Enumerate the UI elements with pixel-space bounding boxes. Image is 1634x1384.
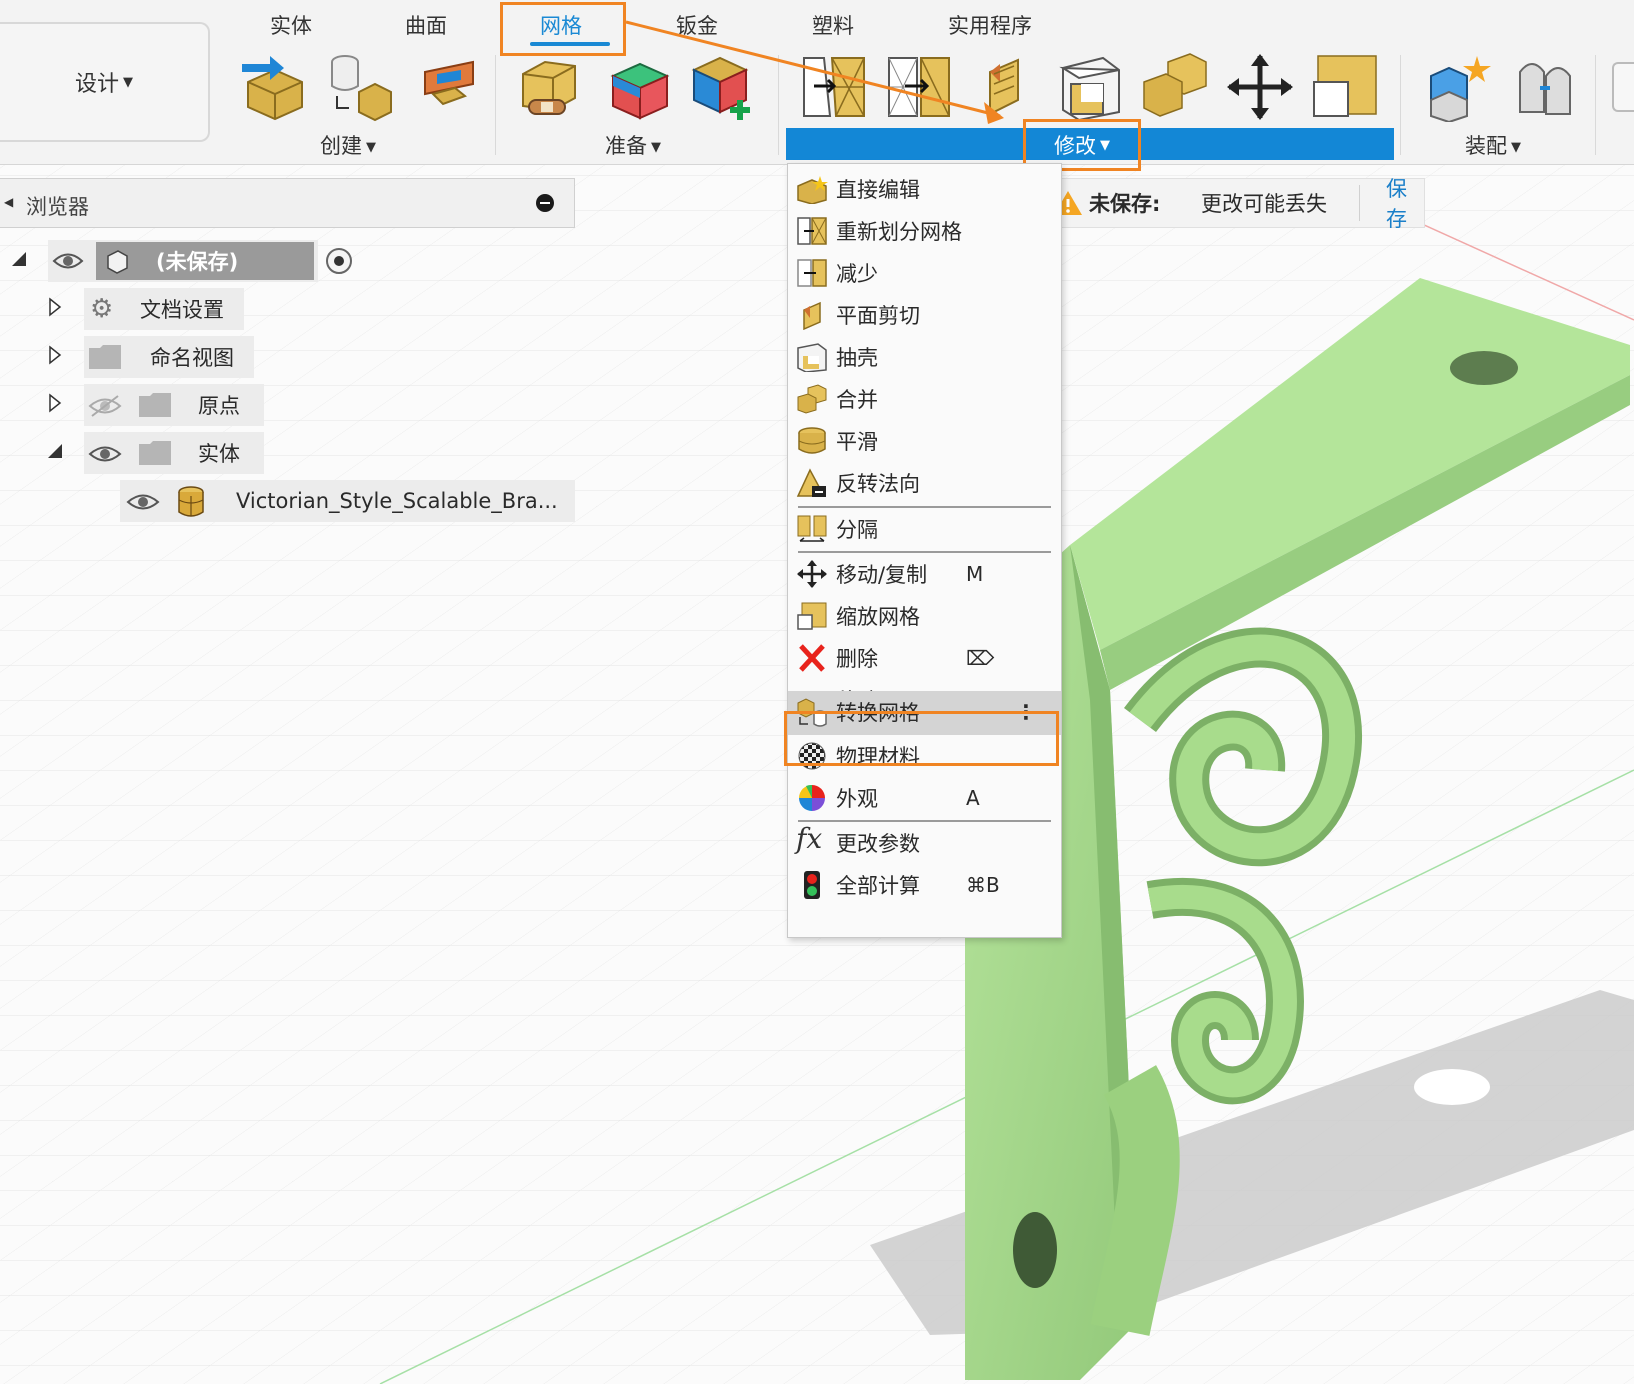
change-parameters-icon: fx xyxy=(796,822,823,855)
shell-icon xyxy=(797,343,827,372)
folder-icon xyxy=(139,441,171,465)
tree-item-label: 原点 xyxy=(198,394,240,418)
expand-arrow-icon[interactable] xyxy=(48,345,62,365)
menu-item-compute-all[interactable]: 全部计算 ⌘B xyxy=(788,864,1061,906)
menu-item-delete[interactable]: 删除 ⌦ xyxy=(788,637,1061,679)
menu-item-smooth[interactable]: 平滑 xyxy=(788,420,1061,462)
unsaved-label: 未保存: xyxy=(1089,192,1161,216)
smooth-icon xyxy=(798,427,826,454)
reverse-normal-icon xyxy=(796,468,826,497)
collapse-arrow-icon[interactable]: ◀ xyxy=(4,195,13,209)
menu-item-shell[interactable]: 抽壳 xyxy=(788,336,1061,378)
tree-root[interactable]: (未保存) xyxy=(48,240,352,282)
menu-item-label: 直接编辑 xyxy=(836,178,920,202)
menu-item-label: 分隔 xyxy=(836,518,878,542)
unsaved-notice: 未保存: 更改可能丢失 保存 xyxy=(1054,177,1425,231)
menu-item-label: 平滑 xyxy=(836,430,878,454)
menu-item-label: 外观 xyxy=(836,787,878,811)
menu-item-shortcut: M xyxy=(966,562,984,586)
menu-item-label: 重新划分网格 xyxy=(836,220,962,244)
menu-item-label: 移动/复制 xyxy=(836,563,928,587)
menu-item-scale-mesh[interactable]: 缩放网格 xyxy=(788,595,1061,637)
gear-icon: ⚙ xyxy=(90,294,114,324)
tree-item-label: 命名视图 xyxy=(150,346,234,370)
menu-item-label: 反转法向 xyxy=(836,472,920,496)
eye-icon[interactable] xyxy=(126,490,160,514)
mesh-body-label: Victorian_Style_Scalable_Bra... xyxy=(236,489,558,513)
menu-item-shortcut: ⌦ xyxy=(966,646,995,670)
move-copy-icon xyxy=(797,560,827,588)
eye-hidden-icon[interactable] xyxy=(88,394,122,418)
notice-divider xyxy=(1359,185,1360,221)
compute-all-icon xyxy=(804,871,820,899)
expand-triangle-icon[interactable] xyxy=(12,252,26,266)
tree-item-bodies[interactable]: 实体 xyxy=(84,432,264,474)
mesh-body-icon xyxy=(178,486,204,517)
delete-icon xyxy=(799,644,825,672)
scale-mesh-icon xyxy=(797,602,827,630)
menu-item-change-parameters[interactable]: fx 更改参数 xyxy=(788,822,1061,864)
menu-item-label: 缩放网格 xyxy=(836,605,920,629)
tree-item-origin[interactable]: 原点 xyxy=(84,384,264,426)
expand-arrow-icon[interactable] xyxy=(48,297,62,317)
pin-icon[interactable] xyxy=(536,194,554,212)
menu-item-move-copy[interactable]: 移动/复制 M xyxy=(788,553,1061,595)
plane-cut-icon xyxy=(803,301,821,330)
menu-item-separate[interactable]: 分隔 xyxy=(788,508,1061,550)
menu-item-combine[interactable]: 合并 xyxy=(788,378,1061,420)
annotation-convert-mesh-box xyxy=(784,711,1059,766)
reduce-icon xyxy=(797,259,827,287)
appearance-icon xyxy=(799,784,825,811)
menu-item-label: 抽壳 xyxy=(836,346,878,370)
menu-item-label: 减少 xyxy=(836,262,878,286)
tree-item-document-settings[interactable]: ⚙ 文档设置 xyxy=(84,288,244,330)
save-link[interactable]: 保存 xyxy=(1386,173,1424,233)
document-cube-icon xyxy=(107,250,128,274)
browser-panel-header[interactable]: ◀ 浏览器 xyxy=(0,178,575,228)
unsaved-message: 更改可能丢失 xyxy=(1201,192,1327,216)
expand-arrow-icon[interactable] xyxy=(48,393,62,413)
separate-icon xyxy=(797,515,827,542)
expand-triangle-icon[interactable] xyxy=(48,444,62,458)
folder-icon xyxy=(139,393,171,417)
tree-item-label: 实体 xyxy=(198,442,240,466)
menu-item-label: 合并 xyxy=(836,388,878,412)
direct-edit-icon xyxy=(797,176,828,204)
tree-item-mesh-body[interactable]: Victorian_Style_Scalable_Bra... xyxy=(120,480,575,522)
activate-radio-icon[interactable] xyxy=(326,248,352,274)
root-label-box[interactable]: (未保存) xyxy=(96,242,314,280)
tree-item-label: 文档设置 xyxy=(140,298,224,322)
root-label: (未保存) xyxy=(156,250,239,274)
menu-item-remesh[interactable]: 重新划分网格 xyxy=(788,210,1061,252)
remesh-icon xyxy=(797,217,827,245)
folder-icon xyxy=(89,345,121,369)
menu-item-plane-cut[interactable]: 平面剪切 xyxy=(788,294,1061,336)
menu-item-shortcut: ⌘B xyxy=(966,873,1000,897)
menu-item-appearance[interactable]: 外观 A xyxy=(788,777,1061,819)
tree-item-named-views[interactable]: 命名视图 xyxy=(84,336,254,378)
menu-item-reverse-normal[interactable]: 反转法向 xyxy=(788,462,1061,504)
menu-item-label: 删除 xyxy=(836,647,878,671)
eye-icon[interactable] xyxy=(88,442,122,466)
combine-icon xyxy=(797,384,827,414)
menu-item-label: 全部计算 xyxy=(836,874,920,898)
menu-item-shortcut: A xyxy=(966,786,980,810)
menu-item-label: 平面剪切 xyxy=(836,304,920,328)
browser-title: 浏览器 xyxy=(26,195,89,219)
eye-icon[interactable] xyxy=(52,250,84,272)
menu-item-label: 更改参数 xyxy=(836,832,920,856)
modify-dropdown-menu: 直接编辑 重新划分网格 减少 平面剪切 抽壳 合并 平滑 反转法向 分隔 移动/… xyxy=(787,163,1062,938)
menu-item-reduce[interactable]: 减少 xyxy=(788,252,1061,294)
menu-item-direct-edit[interactable]: 直接编辑 xyxy=(788,168,1061,210)
